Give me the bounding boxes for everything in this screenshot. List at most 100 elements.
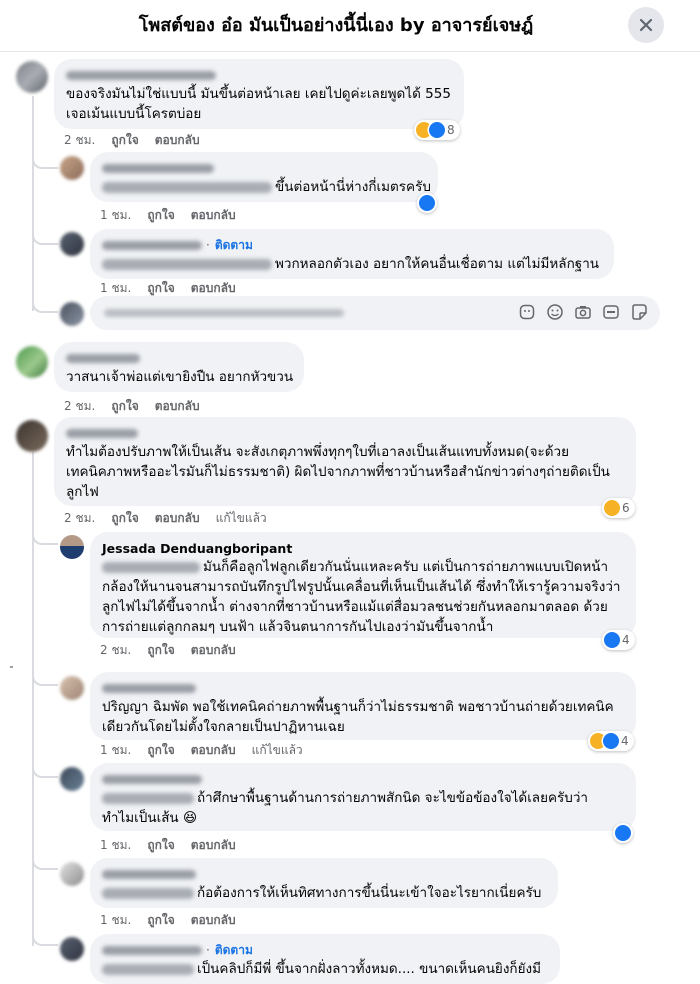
dialog-header: โพสต์ของ อ๋อ มันเป็นอย่างนี้นี่เอง by อา… (0, 0, 700, 52)
comment-author[interactable]: · ติดตาม (102, 236, 602, 254)
like-button[interactable]: ถูกใจ (147, 911, 174, 930)
comment-author[interactable]: · ติดตาม (102, 941, 548, 959)
comment-bubble: ขึ้นต่อหน้านี่ห่างกี่เมตรครับ (90, 152, 438, 202)
reply-button[interactable]: ตอบกลับ (155, 397, 200, 416)
like-button[interactable]: ถูกใจ (111, 397, 138, 416)
gif-icon[interactable] (602, 303, 620, 321)
reply-button[interactable]: ตอบกลับ (191, 641, 236, 660)
reply-button[interactable]: ตอบกลับ (155, 131, 200, 150)
comment-text: ของจริงมันไม่ใช่แบบนี้ มันขึ้นต่อหน้าเลย… (66, 86, 451, 102)
avatar[interactable] (60, 232, 84, 256)
comment-author[interactable] (102, 865, 546, 883)
sticker-icon[interactable] (630, 303, 648, 321)
comment-bubble: · ติดตาม พวกหลอกตัวเอง อยากให้คนอื่นเชื่อ… (90, 229, 614, 279)
comment-time[interactable]: 2 ชม. (100, 641, 131, 660)
thread-connector (32, 527, 58, 545)
comment-bubble: ของจริงมันไม่ใช่แบบนี้ มันขึ้นต่อหน้าเลย… (54, 59, 464, 129)
comment-text: การถ่ายแต่ลูกกลมๆ บนฟ้า แล้วจินตนาการกัน… (102, 619, 494, 635)
comment-text: เป็นคลิปก็มีพี่ ขึ้นจากฝั่งลาวทั้งหมด...… (102, 959, 548, 979)
reply-button[interactable]: ตอบกลับ (191, 836, 236, 855)
comment-author[interactable] (102, 159, 426, 177)
like-button[interactable]: ถูกใจ (147, 641, 174, 660)
comment-text: ขึ้นต่อหน้านี่ห่างกี่เมตรครับ (102, 177, 431, 197)
avatar[interactable] (60, 767, 84, 791)
reply-button[interactable]: ตอบกลับ (191, 741, 236, 760)
avatar[interactable] (16, 346, 48, 378)
reply-button[interactable]: ตอบกลับ (191, 911, 236, 930)
comment-author[interactable] (102, 679, 624, 697)
emoji-icon[interactable] (546, 303, 564, 321)
reply-button[interactable]: ตอบกลับ (155, 509, 200, 528)
edited-label[interactable]: แก้ไขแล้ว (252, 741, 303, 760)
thread-connector (32, 668, 58, 686)
comment-time[interactable]: 1 ชม. (100, 741, 131, 760)
thread-connector (32, 293, 58, 313)
mention-tag[interactable] (102, 561, 200, 573)
camera-icon[interactable] (574, 303, 592, 321)
comment-bubble: วาสนาเจ้าพ่อแต่เขายิงปืน อยากหัวขวน (54, 342, 304, 392)
reply-button[interactable]: ตอบกลับ (191, 206, 236, 225)
thread-connector (32, 760, 58, 778)
comment-author[interactable]: Jessada Denduangboripant (102, 539, 624, 557)
avatar[interactable] (60, 937, 84, 961)
close-button[interactable] (628, 7, 664, 43)
comment-time[interactable]: 2 ชม. (64, 509, 95, 528)
mention-tag[interactable] (102, 887, 194, 899)
reaction-summary[interactable] (417, 193, 437, 213)
reply-input[interactable] (90, 296, 660, 330)
reaction-summary[interactable]: 4 (602, 630, 635, 650)
avatar[interactable] (60, 676, 84, 700)
comment-author[interactable] (102, 770, 624, 788)
mention-tag[interactable] (102, 258, 272, 270)
avatar[interactable] (16, 420, 48, 452)
reaction-summary[interactable]: 4 (588, 731, 634, 751)
thread-connector (32, 928, 58, 946)
mention-tag[interactable] (102, 181, 272, 193)
scroll-marker (10, 666, 13, 668)
comment-text: ปริญญา ฉิมพัด พอใช้เทคนิคถ่ายภาพพื้นฐานก… (102, 699, 614, 715)
avatar[interactable] (16, 61, 48, 93)
comment-author[interactable] (66, 424, 624, 442)
author-avatar[interactable] (60, 535, 84, 559)
comment-bubble: ปริญญา ฉิมพัด พอใช้เทคนิคถ่ายภาพพื้นฐานก… (90, 672, 636, 740)
mention-tag[interactable] (102, 963, 194, 975)
comment-actions: 1 ชม. ถูกใจ ตอบกลับ (100, 206, 236, 225)
avatar[interactable] (60, 156, 84, 180)
like-button[interactable]: ถูกใจ (111, 509, 138, 528)
comment-time[interactable]: 1 ชม. (100, 836, 131, 855)
thread-line (32, 96, 34, 311)
mention-tag[interactable] (102, 792, 194, 804)
follow-button[interactable]: ติดตาม (215, 236, 253, 255)
current-user-avatar[interactable] (60, 302, 84, 326)
comment-actions: 2 ชม. ถูกใจ ตอบกลับ (64, 397, 200, 416)
comment-time[interactable]: 2 ชม. (64, 397, 95, 416)
follow-button[interactable]: ติดตาม (215, 941, 253, 960)
comment-author[interactable] (66, 349, 292, 367)
author-name[interactable]: Jessada Denduangboripant (102, 541, 292, 556)
comment-actions: 2 ชม. ถูกใจ ตอบกลับ (64, 131, 200, 150)
comment-text: ทำไมต้องปรับภาพให้เป็นเส้น จะสังเกตุภาพพ… (66, 444, 570, 460)
comment-text: ทำไมเป็นเส้น 😆 (102, 810, 198, 826)
comment-time[interactable]: 1 ชม. (100, 911, 131, 930)
comment-actions: 1 ชม. ถูกใจ ตอบกลับ (100, 836, 236, 855)
edited-label[interactable]: แก้ไขแล้ว (216, 509, 267, 528)
like-button[interactable]: ถูกใจ (147, 836, 174, 855)
comment-bubble: Jessada Denduangboripant มันก็คือลูกไฟลู… (90, 532, 636, 638)
comment-actions: 2 ชม. ถูกใจ ตอบกลับ แก้ไขแล้ว (64, 509, 267, 528)
comment-bubble: · ติดตาม เป็นคลิปก็มีพี่ ขึ้นจากฝั่งลาวทั… (90, 934, 560, 984)
comment-author[interactable] (66, 66, 452, 84)
comment-bubble: ก้อต้องการให้เห็นทิศทางการขึ้นนี่นะเข้าใ… (90, 858, 558, 908)
reaction-summary[interactable]: 8 (414, 120, 460, 140)
avatar-sticker-icon[interactable] (518, 303, 536, 321)
avatar[interactable] (60, 862, 84, 886)
comment-time[interactable]: 1 ชม. (100, 206, 131, 225)
like-button[interactable]: ถูกใจ (111, 131, 138, 150)
comment-bubble: ถ้าศึกษาพื้นฐานด้านการถ่ายภาพสักนิด จะไข… (90, 763, 636, 831)
like-button[interactable]: ถูกใจ (147, 206, 174, 225)
thread-connector (32, 151, 58, 169)
like-button[interactable]: ถูกใจ (147, 741, 174, 760)
comment-text: ลูกไฟไม่ได้ขึ้นจากน้ำ ต่างจากที่ชาวบ้านห… (102, 599, 608, 615)
reaction-summary[interactable]: 6 (602, 498, 635, 518)
reaction-summary[interactable] (613, 823, 633, 843)
comment-time[interactable]: 2 ชม. (64, 131, 95, 150)
